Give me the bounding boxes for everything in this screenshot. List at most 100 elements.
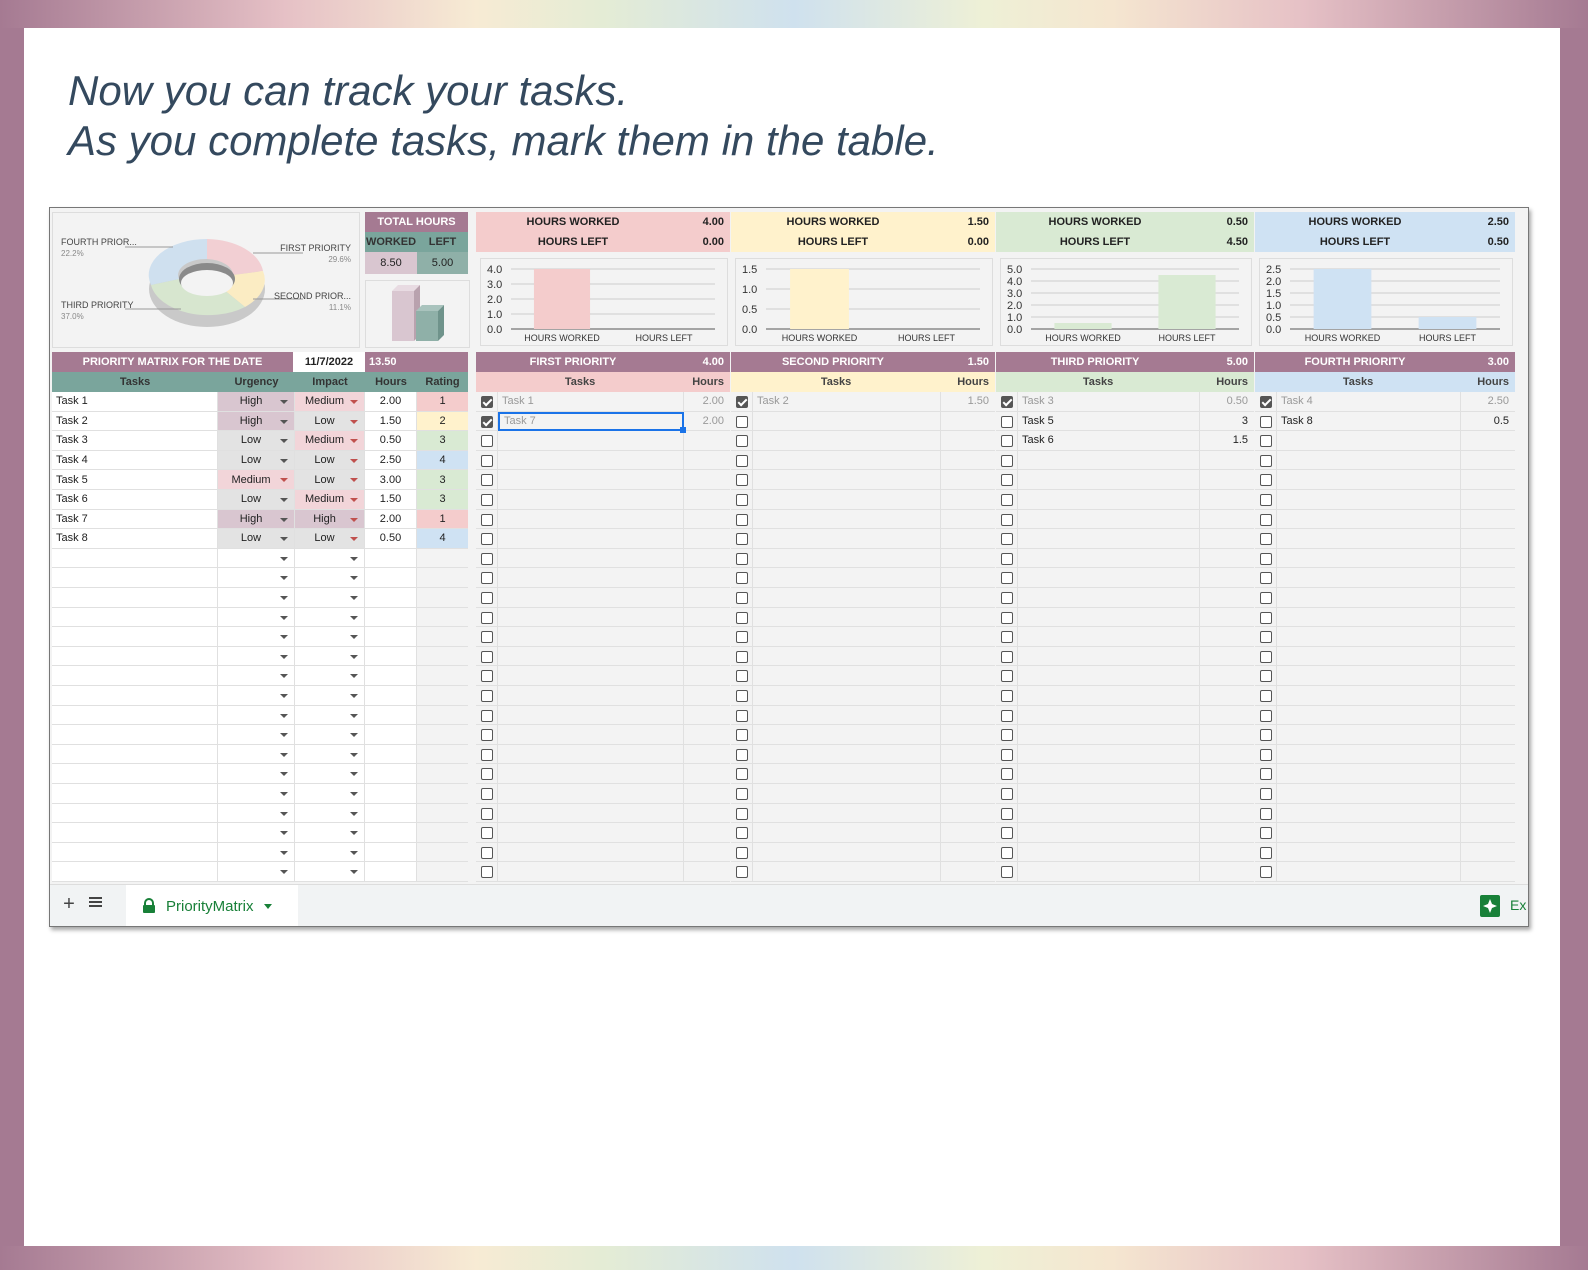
priority-task-cell[interactable] xyxy=(1018,509,1200,530)
task-checkbox[interactable] xyxy=(1260,866,1272,879)
task-checkbox[interactable] xyxy=(1001,474,1013,487)
matrix-hours-cell[interactable] xyxy=(365,803,417,824)
impact-dropdown[interactable] xyxy=(295,764,365,784)
priority-task-cell[interactable] xyxy=(753,842,941,863)
task-checkbox[interactable] xyxy=(481,572,493,585)
task-checkbox[interactable] xyxy=(1260,709,1272,722)
matrix-task-cell[interactable] xyxy=(52,607,218,628)
matrix-date[interactable]: 11/7/2022 xyxy=(293,352,365,372)
task-checkbox[interactable] xyxy=(481,592,493,604)
task-checkbox[interactable] xyxy=(1260,768,1272,781)
urgency-dropdown[interactable]: High xyxy=(218,411,295,432)
priority-task-cell[interactable] xyxy=(1277,803,1461,824)
impact-dropdown[interactable]: Low xyxy=(295,529,365,549)
matrix-hours-cell[interactable] xyxy=(365,548,417,569)
matrix-task-cell[interactable]: Task 2 xyxy=(52,411,218,432)
priority-task-cell[interactable] xyxy=(498,568,684,588)
task-checkbox[interactable] xyxy=(1001,748,1013,761)
impact-dropdown[interactable]: High xyxy=(295,509,365,530)
priority-task-cell[interactable] xyxy=(1277,588,1461,608)
task-checkbox[interactable] xyxy=(1001,494,1013,506)
matrix-hours-cell[interactable] xyxy=(365,646,417,667)
priority-task-cell[interactable] xyxy=(1018,450,1200,471)
task-checkbox[interactable] xyxy=(1260,435,1272,448)
urgency-dropdown[interactable] xyxy=(218,607,295,628)
priority-task-cell[interactable]: Task 2 xyxy=(753,392,941,412)
task-checkbox[interactable] xyxy=(736,788,748,800)
matrix-task-cell[interactable] xyxy=(52,803,218,824)
impact-dropdown[interactable] xyxy=(295,627,365,647)
urgency-dropdown[interactable] xyxy=(218,784,295,804)
task-checkbox[interactable] xyxy=(736,611,748,624)
task-checkbox[interactable] xyxy=(736,650,748,663)
priority-task-cell[interactable] xyxy=(498,490,684,510)
matrix-hours-cell[interactable] xyxy=(365,588,417,608)
plus-icon[interactable]: + xyxy=(58,893,80,915)
priority-task-cell[interactable] xyxy=(1018,842,1200,863)
urgency-dropdown[interactable] xyxy=(218,803,295,824)
priority-task-cell[interactable] xyxy=(1018,666,1200,686)
priority-task-cell[interactable] xyxy=(498,646,684,667)
matrix-hours-cell[interactable]: 1.50 xyxy=(365,490,417,510)
matrix-hours-cell[interactable]: 3.00 xyxy=(365,470,417,490)
priority-task-cell[interactable] xyxy=(753,548,941,569)
task-checkbox[interactable] xyxy=(1001,866,1013,879)
priority-task-cell[interactable] xyxy=(753,784,941,804)
priority-task-cell[interactable] xyxy=(1018,627,1200,647)
task-checkbox[interactable] xyxy=(736,631,748,644)
task-checkbox[interactable] xyxy=(1260,827,1272,840)
matrix-task-cell[interactable] xyxy=(52,646,218,667)
matrix-hours-cell[interactable] xyxy=(365,823,417,843)
priority-task-cell[interactable] xyxy=(1018,490,1200,510)
impact-dropdown[interactable] xyxy=(295,862,365,882)
task-checkbox[interactable] xyxy=(736,513,748,526)
priority-task-cell[interactable] xyxy=(753,744,941,765)
matrix-task-cell[interactable] xyxy=(52,842,218,863)
task-checkbox[interactable] xyxy=(481,474,493,487)
impact-dropdown[interactable] xyxy=(295,705,365,726)
priority-task-cell[interactable] xyxy=(498,529,684,549)
priority-task-cell[interactable] xyxy=(498,470,684,490)
task-checkbox[interactable] xyxy=(481,650,493,663)
priority-task-cell[interactable] xyxy=(1277,764,1461,784)
priority-task-cell[interactable] xyxy=(753,607,941,628)
priority-task-cell[interactable] xyxy=(1018,823,1200,843)
total-worked-value[interactable]: 8.50 xyxy=(365,252,417,274)
urgency-dropdown[interactable]: Low xyxy=(218,450,295,471)
matrix-task-cell[interactable] xyxy=(52,686,218,706)
task-checkbox[interactable] xyxy=(1001,592,1013,604)
task-checkbox[interactable] xyxy=(736,415,748,428)
priority-task-cell[interactable] xyxy=(1277,705,1461,726)
matrix-task-cell[interactable]: Task 1 xyxy=(52,392,218,412)
impact-dropdown[interactable] xyxy=(295,842,365,863)
priority-task-cell[interactable] xyxy=(1277,470,1461,490)
task-checkbox[interactable] xyxy=(481,611,493,624)
matrix-task-cell[interactable]: Task 7 xyxy=(52,509,218,530)
task-checkbox[interactable] xyxy=(1260,592,1272,604)
task-checkbox[interactable] xyxy=(736,846,748,859)
matrix-task-cell[interactable]: Task 4 xyxy=(52,450,218,471)
task-checkbox[interactable] xyxy=(1001,533,1013,546)
task-checkbox[interactable] xyxy=(736,494,748,506)
task-checkbox[interactable] xyxy=(481,748,493,761)
priority-task-cell[interactable] xyxy=(1277,431,1461,451)
matrix-task-cell[interactable] xyxy=(52,666,218,686)
priority-task-cell[interactable] xyxy=(1277,607,1461,628)
task-checkbox[interactable] xyxy=(1260,454,1272,467)
impact-dropdown[interactable]: Low xyxy=(295,411,365,432)
task-checkbox[interactable] xyxy=(1001,513,1013,526)
priority-task-cell[interactable] xyxy=(1277,627,1461,647)
priority-task-cell[interactable] xyxy=(1018,764,1200,784)
priority-task-cell[interactable] xyxy=(1018,784,1200,804)
task-checkbox[interactable] xyxy=(736,670,748,683)
priority-task-cell[interactable] xyxy=(498,842,684,863)
urgency-dropdown[interactable] xyxy=(218,627,295,647)
impact-dropdown[interactable] xyxy=(295,607,365,628)
priority-task-cell[interactable] xyxy=(1018,548,1200,569)
priority-task-cell[interactable] xyxy=(1018,568,1200,588)
priority-task-cell[interactable] xyxy=(498,862,684,882)
priority-task-cell[interactable] xyxy=(1277,450,1461,471)
task-checkbox[interactable] xyxy=(1260,513,1272,526)
impact-dropdown[interactable] xyxy=(295,646,365,667)
priority-task-cell[interactable] xyxy=(1277,744,1461,765)
